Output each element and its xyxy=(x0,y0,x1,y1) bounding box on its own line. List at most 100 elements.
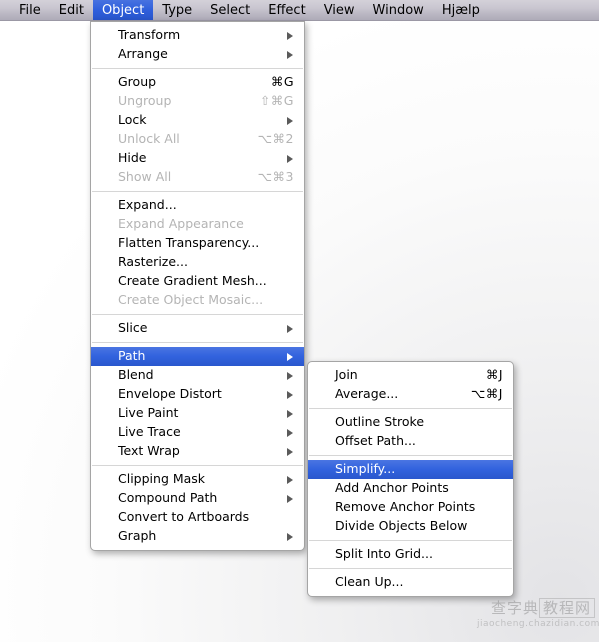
menu-item-transform[interactable]: Transform xyxy=(91,26,304,45)
menu-item-group[interactable]: Group ⌘G xyxy=(91,73,304,92)
menu-item-label: Create Object Mosaic... xyxy=(118,292,264,308)
menu-item-compound-path[interactable]: Compound Path xyxy=(91,489,304,508)
menu-item-label: Remove Anchor Points xyxy=(335,499,476,515)
menu-item-label: Blend xyxy=(118,367,154,383)
menubar-item-select[interactable]: Select xyxy=(201,0,259,20)
menubar-item-edit[interactable]: Edit xyxy=(50,0,93,20)
menu-item-create-gradient-mesh[interactable]: Create Gradient Mesh... xyxy=(91,272,304,291)
submenu-arrow-icon xyxy=(287,371,293,380)
menu-item-outline-stroke[interactable]: Outline Stroke xyxy=(308,413,513,432)
submenu-arrow-icon xyxy=(287,428,293,437)
menu-separator xyxy=(92,465,303,466)
submenu-arrow-icon xyxy=(287,390,293,399)
menu-item-label: Live Trace xyxy=(118,424,181,440)
menu-item-label: Average... xyxy=(335,386,399,402)
menu-item-label: Join xyxy=(335,367,358,383)
menu-item-label: Ungroup xyxy=(118,93,172,109)
menu-item-add-anchor-points[interactable]: Add Anchor Points xyxy=(308,479,513,498)
menu-item-divide-objects-below[interactable]: Divide Objects Below xyxy=(308,517,513,536)
menu-item-label: Divide Objects Below xyxy=(335,518,468,534)
menu-separator xyxy=(309,455,512,456)
menu-item-simplify[interactable]: Simplify... xyxy=(308,460,513,479)
menubar-item-file[interactable]: File xyxy=(10,0,50,20)
menu-item-text-wrap[interactable]: Text Wrap xyxy=(91,442,304,461)
menu-item-offset-path[interactable]: Offset Path... xyxy=(308,432,513,451)
menu-item-label: Clipping Mask xyxy=(118,471,206,487)
menubar-item-view[interactable]: View xyxy=(315,0,364,20)
menu-separator xyxy=(92,191,303,192)
submenu-arrow-icon xyxy=(287,324,293,333)
menu-item-label: Create Gradient Mesh... xyxy=(118,273,267,289)
menu-separator xyxy=(92,342,303,343)
menu-item-label: Outline Stroke xyxy=(335,414,425,430)
menu-item-shortcut: ⇧⌘G xyxy=(259,93,294,109)
menu-item-ungroup: Ungroup ⇧⌘G xyxy=(91,92,304,111)
menu-item-clean-up[interactable]: Clean Up... xyxy=(308,573,513,592)
submenu-arrow-icon xyxy=(287,116,293,125)
menu-item-envelope-distort[interactable]: Envelope Distort xyxy=(91,385,304,404)
menu-item-clipping-mask[interactable]: Clipping Mask xyxy=(91,470,304,489)
menu-item-flatten-transparency[interactable]: Flatten Transparency... xyxy=(91,234,304,253)
menu-item-average[interactable]: Average... ⌥⌘J xyxy=(308,385,513,404)
menu-item-label: Flatten Transparency... xyxy=(118,235,260,251)
menu-separator xyxy=(309,408,512,409)
menubar-item-hj-lp[interactable]: Hjælp xyxy=(433,0,489,20)
menu-item-expand[interactable]: Expand... xyxy=(91,196,304,215)
menu-item-split-into-grid[interactable]: Split Into Grid... xyxy=(308,545,513,564)
submenu-arrow-icon xyxy=(287,475,293,484)
menu-item-label: Slice xyxy=(118,320,148,336)
menu-item-live-paint[interactable]: Live Paint xyxy=(91,404,304,423)
menu-item-shortcut: ⌥⌘3 xyxy=(257,169,294,185)
menu-item-label: Offset Path... xyxy=(335,433,416,449)
menu-item-label: Group xyxy=(118,74,157,90)
menu-item-create-object-mosaic: Create Object Mosaic... xyxy=(91,291,304,310)
menu-item-label: Convert to Artboards xyxy=(118,509,250,525)
menu-item-convert-to-artboards[interactable]: Convert to Artboards xyxy=(91,508,304,527)
menu-item-label: Arrange xyxy=(118,46,168,62)
menu-item-label: Transform xyxy=(118,27,181,43)
menu-item-label: Split Into Grid... xyxy=(335,546,433,562)
menu-item-label: Envelope Distort xyxy=(118,386,222,402)
menu-item-live-trace[interactable]: Live Trace xyxy=(91,423,304,442)
submenu-arrow-icon xyxy=(287,154,293,163)
menu-item-graph[interactable]: Graph xyxy=(91,527,304,546)
menu-item-hide[interactable]: Hide xyxy=(91,149,304,168)
submenu-arrow-icon xyxy=(287,50,293,59)
submenu-arrow-icon xyxy=(287,494,293,503)
menubar-item-object[interactable]: Object xyxy=(92,0,154,20)
menu-item-expand-appearance: Expand Appearance xyxy=(91,215,304,234)
menu-item-label: Add Anchor Points xyxy=(335,480,449,496)
menu-item-label: Hide xyxy=(118,150,147,166)
menu-item-arrange[interactable]: Arrange xyxy=(91,45,304,64)
menu-separator xyxy=(309,568,512,569)
menubar-item-window[interactable]: Window xyxy=(364,0,433,20)
menu-item-shortcut: ⌥⌘J xyxy=(470,386,503,402)
menu-item-label: Simplify... xyxy=(335,461,396,477)
menu-item-label: Path xyxy=(118,348,146,364)
submenu-arrow-icon xyxy=(287,532,293,541)
menu-item-remove-anchor-points[interactable]: Remove Anchor Points xyxy=(308,498,513,517)
menu-item-shortcut: ⌥⌘2 xyxy=(257,131,294,147)
menu-item-label: Text Wrap xyxy=(118,443,180,459)
menu-item-shortcut: ⌘G xyxy=(270,74,294,90)
menu-item-label: Show All xyxy=(118,169,172,185)
menubar-item-effect[interactable]: Effect xyxy=(259,0,314,20)
menu-item-label: Unlock All xyxy=(118,131,180,147)
menu-item-label: Clean Up... xyxy=(335,574,404,590)
submenu-arrow-icon xyxy=(287,352,293,361)
path-submenu-panel: Join ⌘J Average... ⌥⌘J Outline Stroke Offset … xyxy=(307,361,514,597)
submenu-arrow-icon xyxy=(287,447,293,456)
menu-item-label: Lock xyxy=(118,112,147,128)
menu-separator xyxy=(92,314,303,315)
menu-item-unlock-all: Unlock All ⌥⌘2 xyxy=(91,130,304,149)
menu-item-blend[interactable]: Blend xyxy=(91,366,304,385)
menu-item-path[interactable]: Path xyxy=(91,347,304,366)
menu-item-rasterize[interactable]: Rasterize... xyxy=(91,253,304,272)
menubar-item-type[interactable]: Type xyxy=(153,0,201,20)
object-menu-panel: Transform Arrange Group ⌘G Ungroup ⇧⌘G Lock Unl… xyxy=(90,21,305,551)
menu-item-lock[interactable]: Lock xyxy=(91,111,304,130)
menu-item-shortcut: ⌘J xyxy=(485,367,503,383)
menu-item-join[interactable]: Join ⌘J xyxy=(308,366,513,385)
menu-item-slice[interactable]: Slice xyxy=(91,319,304,338)
submenu-arrow-icon xyxy=(287,31,293,40)
